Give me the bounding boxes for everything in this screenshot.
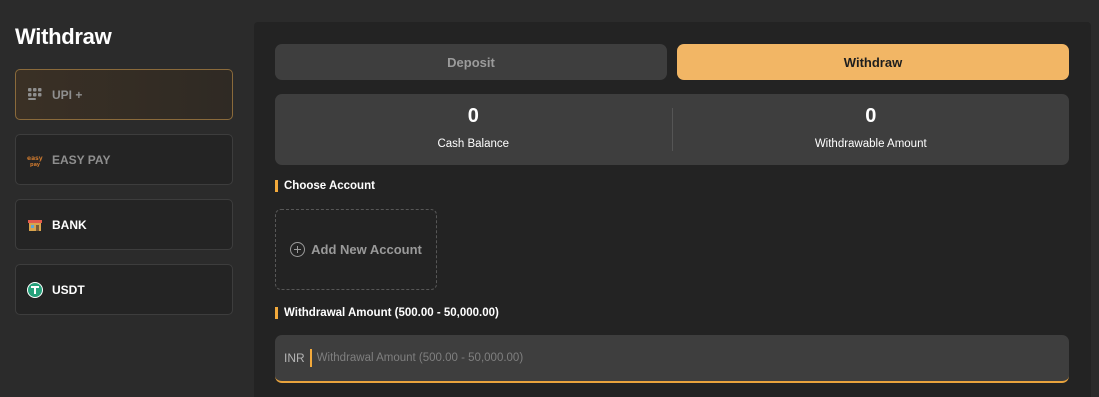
withdrawal-amount-field[interactable]: INR <box>275 335 1069 383</box>
method-label: UPI + <box>52 87 83 102</box>
method-bank[interactable]: BANK <box>15 199 233 250</box>
input-caret <box>309 349 312 367</box>
tab-bar: Deposit Withdraw <box>275 44 1069 80</box>
withdraw-panel: Deposit Withdraw 0 Cash Balance 0 Withdr… <box>254 22 1091 397</box>
tab-withdraw[interactable]: Withdraw <box>677 44 1069 80</box>
method-usdt[interactable]: USDT <box>15 264 233 315</box>
withdrawal-amount-heading: Withdrawal Amount (500.00 - 50,000.00) <box>275 307 499 319</box>
svg-text:pay: pay <box>30 162 41 168</box>
choose-account-heading: Choose Account <box>275 180 375 192</box>
method-label: EASY PAY <box>52 152 111 167</box>
method-label: USDT <box>52 282 85 297</box>
page-title: Withdraw <box>15 24 112 49</box>
cash-balance-label: Cash Balance <box>437 138 510 150</box>
balance-card: 0 Cash Balance 0 Withdrawable Amount <box>275 94 1069 165</box>
add-new-account-label: Add New Account <box>311 242 422 257</box>
method-easy-pay[interactable]: easy pay EASY PAY <box>15 134 233 185</box>
bank-icon <box>27 217 43 233</box>
plus-circle-icon <box>290 242 306 257</box>
tab-deposit[interactable]: Deposit <box>275 44 667 80</box>
add-new-account-button[interactable]: Add New Account <box>275 209 437 290</box>
svg-text:easy: easy <box>27 155 43 162</box>
easypay-icon: easy pay <box>27 152 43 168</box>
tether-icon <box>27 281 43 298</box>
method-label: BANK <box>52 217 87 232</box>
withdrawable-amount: 0 Withdrawable Amount <box>673 94 1070 165</box>
withdrawable-amount-label: Withdrawable Amount <box>814 138 927 150</box>
method-upi-plus[interactable]: UPI + <box>15 69 233 120</box>
upi-icon <box>27 87 43 103</box>
cash-balance-value: 0 <box>467 105 479 127</box>
cash-balance: 0 Cash Balance <box>275 94 672 165</box>
currency-label: INR <box>284 351 305 365</box>
withdrawable-amount-value: 0 <box>865 105 877 127</box>
withdrawal-amount-input[interactable] <box>316 335 1069 381</box>
payment-method-list: UPI + easy pay EASY PAY BANK USDT <box>15 69 233 329</box>
